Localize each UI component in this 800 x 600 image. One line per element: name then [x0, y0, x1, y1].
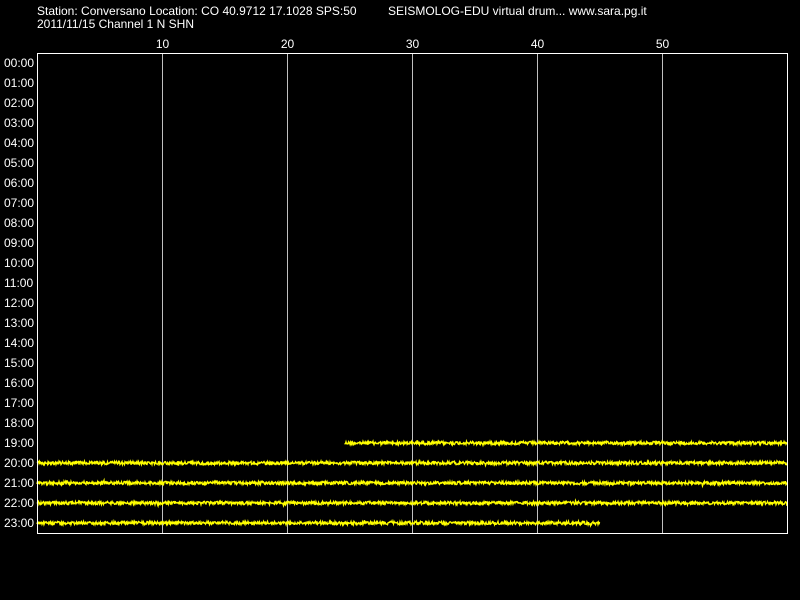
y-tick-label: 21:00 [4, 476, 34, 490]
trace-1900 [344, 438, 788, 448]
y-tick-label: 03:00 [4, 116, 34, 130]
y-tick-label: 02:00 [4, 96, 34, 110]
x-tick-label: 50 [656, 37, 670, 51]
trace-2000 [36, 458, 788, 468]
y-tick-label: 05:00 [4, 156, 34, 170]
y-tick-label: 12:00 [4, 296, 34, 310]
y-tick-label: 16:00 [4, 376, 34, 390]
seismograph-drum-view: Station: Conversano Location: CO 40.9712… [0, 0, 800, 600]
x-tick-label: 20 [281, 37, 295, 51]
y-tick-label: 20:00 [4, 456, 34, 470]
y-tick-label: 14:00 [4, 336, 34, 350]
drum-plot: 10 20 30 40 50 00:00 01:00 02:00 03:00 04:00 05:0… [4, 37, 788, 534]
y-tick-label: 22:00 [4, 496, 34, 510]
y-tick-label: 10:00 [4, 256, 34, 270]
y-tick-label: 23:00 [4, 516, 34, 530]
y-tick-label: 15:00 [4, 356, 34, 370]
trace-2300 [36, 518, 601, 529]
y-tick-labels: 00:00 01:00 02:00 03:00 04:00 05:00 06:00 07:00… [4, 56, 34, 530]
x-tick-labels: 10 20 30 40 50 [156, 37, 670, 51]
x-tick-label: 30 [406, 37, 420, 51]
y-tick-label: 11:00 [4, 276, 33, 290]
y-tick-label: 17:00 [4, 396, 34, 410]
x-tick-label: 40 [531, 37, 545, 51]
x-tick-label: 10 [156, 37, 170, 51]
y-tick-label: 01:00 [4, 76, 34, 90]
y-tick-label: 06:00 [4, 176, 34, 190]
y-tick-label: 08:00 [4, 216, 34, 230]
y-tick-label: 04:00 [4, 136, 34, 150]
grid-layer [162, 53, 663, 533]
y-tick-label: 07:00 [4, 196, 34, 210]
y-tick-label: 13:00 [4, 316, 34, 330]
y-tick-label: 19:00 [4, 436, 34, 450]
y-tick-label: 00:00 [4, 56, 34, 70]
y-tick-label: 09:00 [4, 236, 34, 250]
y-tick-label: 18:00 [4, 416, 34, 430]
